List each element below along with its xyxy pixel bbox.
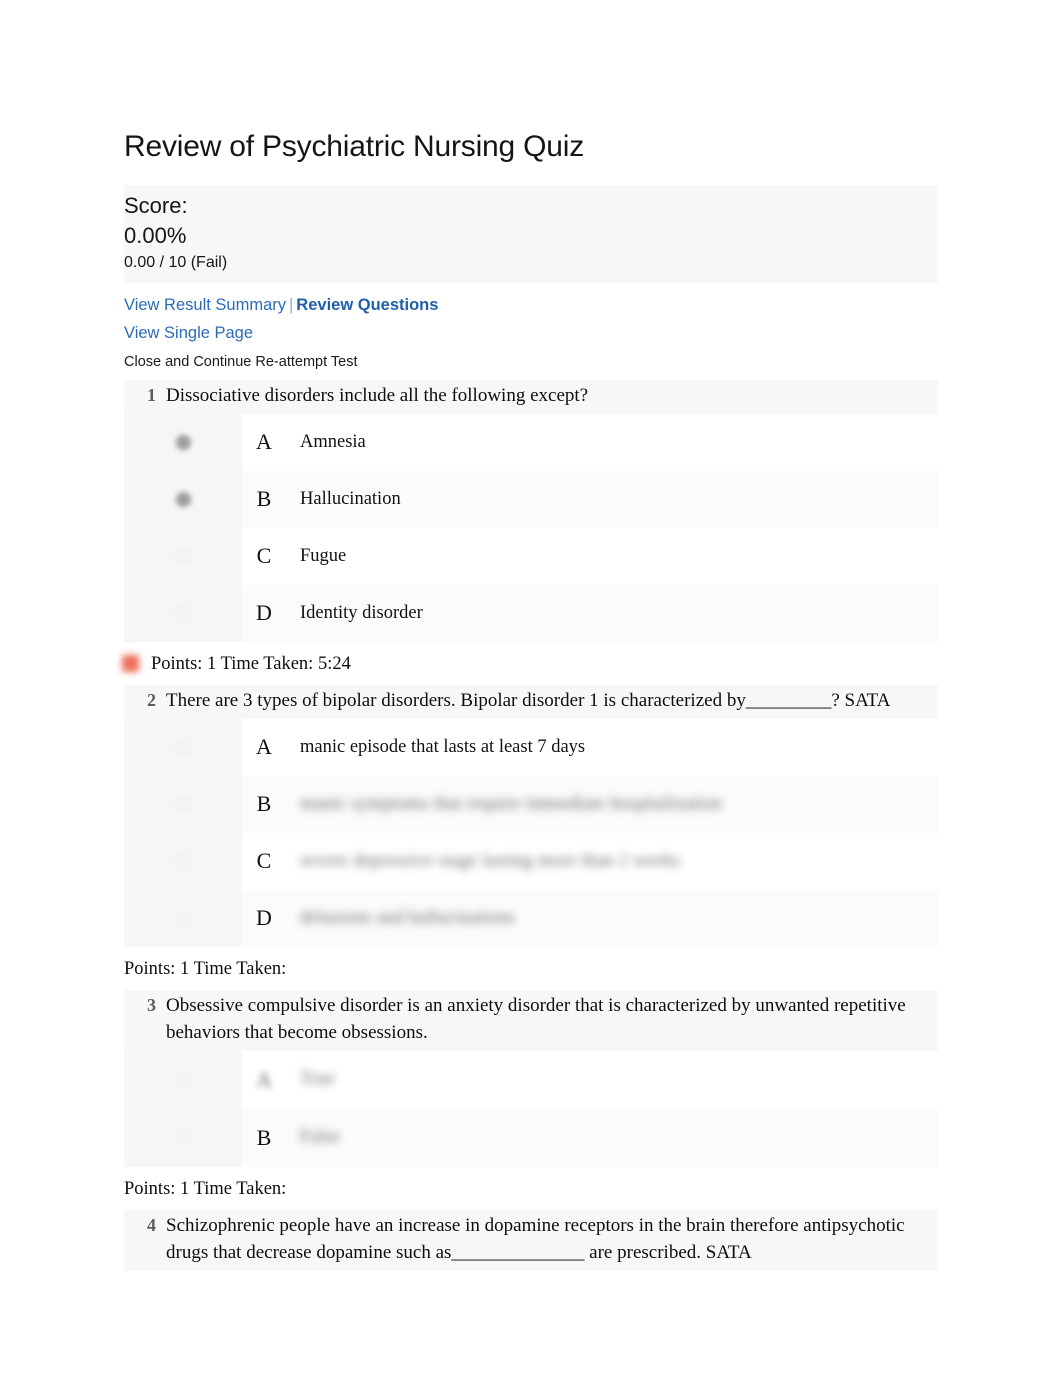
radio-cell[interactable]	[124, 527, 242, 585]
radio-button-icon[interactable]	[175, 796, 191, 812]
question-header: 2 There are 3 types of bipolar disorders…	[124, 684, 938, 719]
radio-cell[interactable]	[124, 775, 242, 833]
option-letter: C	[256, 848, 272, 874]
question-text: There are 3 types of bipolar disorders. …	[166, 689, 891, 711]
option-letter: A	[256, 429, 272, 455]
incorrect-answer-icon	[122, 655, 139, 673]
option-letter: B	[256, 1124, 272, 1150]
option-text: Hallucination	[300, 488, 401, 509]
radio-button-icon[interactable]	[175, 853, 191, 869]
radio-button-icon[interactable]	[175, 1072, 191, 1088]
quiz-page: Review of Psychiatric Nursing Quiz Score…	[122, 0, 938, 1271]
score-detail: 0.00 / 10 (Fail)	[124, 254, 228, 272]
option-text: Amnesia	[300, 431, 366, 452]
radio-button-icon[interactable]	[175, 434, 191, 450]
link-separator: |	[289, 295, 294, 314]
option-text: delusions and hallucinations	[300, 907, 516, 928]
question-number: 4	[147, 1215, 156, 1236]
close-and-continue-link[interactable]: Close and Continue Re-attempt Test	[124, 352, 938, 374]
points-text: Points: 1 Time Taken: 5:24	[151, 653, 351, 674]
option-row[interactable]: B manic symptoms that require immediate …	[124, 775, 938, 833]
page-title: Review of Psychiatric Nursing Quiz	[124, 130, 585, 163]
points-text: Points: 1 Time Taken:	[124, 958, 287, 979]
radio-cell[interactable]	[124, 718, 242, 776]
radio-cell[interactable]	[124, 413, 242, 471]
option-text: Identity disorder	[300, 602, 423, 623]
radio-cell[interactable]	[124, 470, 242, 528]
points-line: Points: 1 Time Taken:	[124, 1167, 938, 1204]
option-text: manic symptoms that require immediate ho…	[300, 793, 723, 814]
single-page-row: View Single Page	[124, 319, 938, 347]
option-row[interactable]: A Amnesia	[124, 413, 938, 471]
question-text: Dissociative disorders include all the f…	[166, 384, 589, 406]
option-letter: A	[256, 1066, 272, 1092]
option-letter: D	[256, 905, 272, 931]
option-row[interactable]: B Hallucination	[124, 470, 938, 528]
radio-button-icon[interactable]	[175, 491, 191, 507]
radio-button-icon[interactable]	[175, 739, 191, 755]
option-row[interactable]: A manic episode that lasts at least 7 da…	[124, 718, 938, 776]
question-header: 1 Dissociative disorders include all the…	[124, 379, 938, 414]
option-row[interactable]: D delusions and hallucinations	[124, 889, 938, 947]
score-panel: Score: 0.00% 0.00 / 10 (Fail)	[124, 185, 938, 283]
option-text: manic episode that lasts at least 7 days	[300, 736, 586, 757]
option-letter: B	[256, 486, 272, 512]
options-list: A Amnesia B Hallucination C Fugue D Iden…	[124, 413, 938, 642]
option-letter: C	[256, 543, 272, 569]
points-line: Points: 1 Time Taken:	[124, 947, 938, 984]
radio-cell[interactable]	[124, 584, 242, 642]
option-row[interactable]: B False	[124, 1108, 938, 1167]
option-letter: A	[256, 734, 272, 760]
question-header: 4 Schizophrenic people have an increase …	[124, 1210, 938, 1271]
radio-cell[interactable]	[124, 832, 242, 890]
question-block: 1 Dissociative disorders include all the…	[122, 379, 938, 679]
option-text: False	[300, 1127, 341, 1148]
option-row[interactable]: C Fugue	[124, 527, 938, 585]
radio-button-icon[interactable]	[175, 548, 191, 564]
result-links-row: View Result Summary | Review Questions	[124, 291, 938, 319]
option-text: severe depressive stage lasting more tha…	[300, 850, 681, 871]
review-questions-link[interactable]: Review Questions	[296, 296, 438, 314]
radio-cell[interactable]	[124, 1108, 242, 1167]
radio-button-icon[interactable]	[175, 910, 191, 926]
option-row[interactable]: C severe depressive stage lasting more t…	[124, 832, 938, 890]
option-row[interactable]: A True	[124, 1050, 938, 1109]
question-number: 1	[147, 384, 156, 405]
question-block: 4 Schizophrenic people have an increase …	[124, 1210, 938, 1271]
view-single-page-link[interactable]: View Single Page	[124, 324, 253, 342]
question-number: 2	[147, 689, 156, 710]
view-result-summary-link[interactable]: View Result Summary	[124, 296, 286, 314]
radio-button-icon[interactable]	[175, 1130, 191, 1146]
option-text: Fugue	[300, 545, 347, 566]
question-text: Obsessive compulsive disorder is an anxi…	[166, 994, 906, 1043]
points-text: Points: 1 Time Taken:	[124, 1178, 287, 1199]
option-letter: B	[256, 791, 272, 817]
options-list: A manic episode that lasts at least 7 da…	[124, 718, 938, 947]
radio-cell[interactable]	[124, 889, 242, 947]
points-line: Points: 1 Time Taken: 5:24	[122, 642, 938, 679]
question-header: 3 Obsessive compulsive disorder is an an…	[124, 989, 938, 1051]
options-list: A True B False	[124, 1050, 938, 1167]
score-label: Score:	[124, 193, 188, 218]
radio-cell[interactable]	[124, 1050, 242, 1109]
score-percent: 0.00%	[124, 222, 187, 248]
option-row[interactable]: D Identity disorder	[124, 584, 938, 642]
option-text: True	[300, 1069, 336, 1090]
question-text: Schizophrenic people have an increase in…	[166, 1215, 905, 1264]
radio-button-icon[interactable]	[175, 605, 191, 621]
question-block: 2 There are 3 types of bipolar disorders…	[124, 684, 938, 984]
question-number: 3	[147, 994, 156, 1015]
question-block: 3 Obsessive compulsive disorder is an an…	[124, 989, 938, 1204]
option-letter: D	[256, 600, 272, 626]
